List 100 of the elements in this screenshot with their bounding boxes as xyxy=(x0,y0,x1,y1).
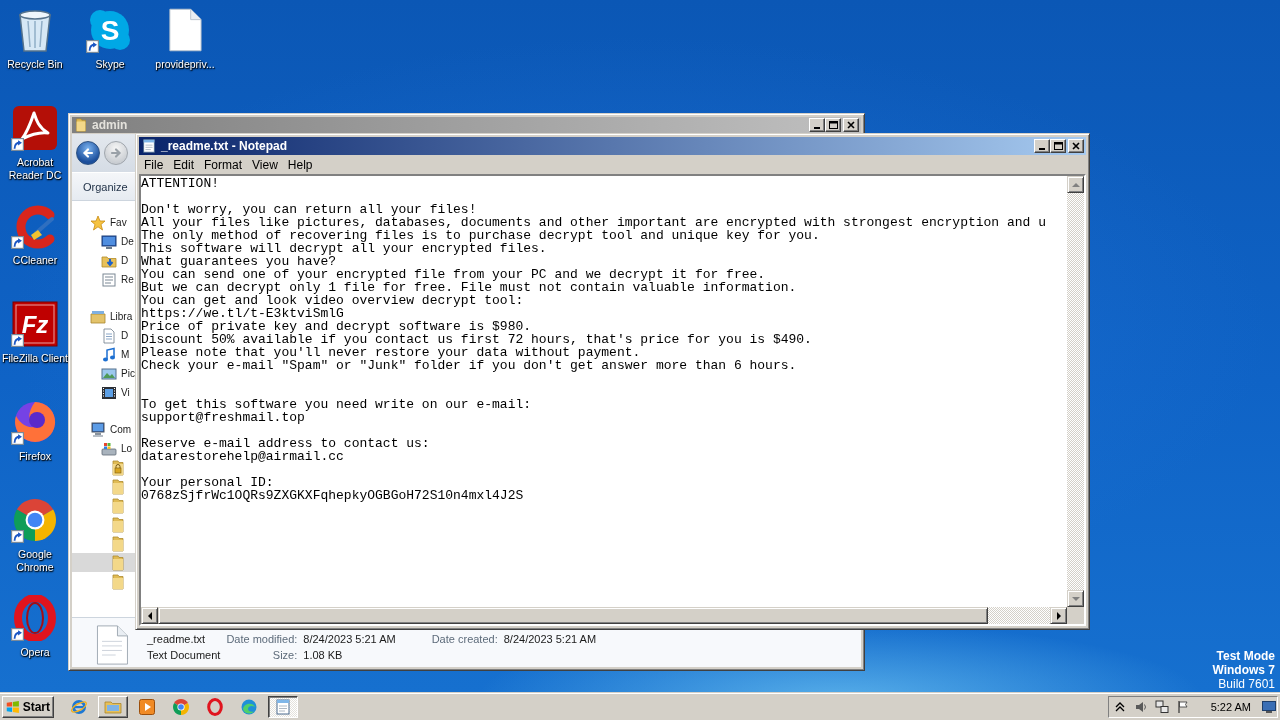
chrome-icon xyxy=(172,697,190,716)
chrome-icon xyxy=(12,497,58,543)
scroll-down-button[interactable] xyxy=(1067,590,1084,607)
desktop-status-text: Windows 7 xyxy=(1212,663,1275,677)
folder-icon xyxy=(110,573,126,590)
monitor-icon xyxy=(101,233,117,250)
nav-tree-item[interactable]: De xyxy=(72,232,135,251)
scroll-up-button[interactable] xyxy=(1067,176,1084,193)
clock[interactable]: 5:22 AM xyxy=(1210,700,1251,713)
computer-icon xyxy=(90,421,106,438)
minimize-button[interactable] xyxy=(809,118,825,132)
nav-tree-item[interactable]: Pic xyxy=(72,364,135,383)
desktop-item[interactable]: providepriv... xyxy=(152,6,218,71)
minimize-button[interactable] xyxy=(1034,139,1050,153)
back-button[interactable] xyxy=(76,141,100,165)
close-icon xyxy=(1072,142,1080,150)
text-line: https://we.tl/t-E3ktviSmlG xyxy=(141,307,344,320)
filezilla-icon: Fz xyxy=(12,301,58,347)
list-icon xyxy=(101,271,117,288)
notepad-icon xyxy=(274,697,292,716)
desktop-item[interactable]: S Skype xyxy=(77,6,143,71)
film-icon xyxy=(101,384,117,401)
text-line: datarestorehelp@airmail.cc xyxy=(141,450,344,463)
nav-tree-item[interactable]: D xyxy=(72,251,135,270)
document-icon xyxy=(101,327,117,344)
maximize-button[interactable] xyxy=(825,118,841,132)
acrobat-icon xyxy=(12,105,58,151)
text-line: Please note that you'll never restore your data without payment. xyxy=(141,346,641,359)
property-label: Size: xyxy=(272,649,298,661)
opera-icon xyxy=(206,697,224,716)
text-line: What guarantees you have? xyxy=(141,255,337,268)
file-name: _readme.txt xyxy=(147,633,207,645)
toolbar-button[interactable]: Organize xyxy=(80,177,131,196)
menu-item[interactable]: Edit xyxy=(168,157,200,173)
desktop-item[interactable]: Fz FileZilla Client xyxy=(2,300,68,365)
desktop-status-text: Build 7601 xyxy=(1218,677,1275,691)
scrollbar-corner xyxy=(1067,607,1084,624)
arrow-up-icon xyxy=(1071,180,1080,189)
show-desktop-icon[interactable] xyxy=(1262,699,1276,714)
drive-icon xyxy=(101,440,117,457)
arrow-right-icon xyxy=(1054,611,1063,620)
flag-icon xyxy=(1175,699,1190,714)
property-value: 8/24/2023 5:21 AM xyxy=(503,633,598,645)
nav-tree-item[interactable]: Libra xyxy=(72,307,135,326)
desktop-item[interactable]: Recycle Bin xyxy=(2,6,68,71)
window-title: admin xyxy=(92,118,128,132)
arrow-down-icon xyxy=(1071,594,1080,603)
desktop-status-text: Test Mode xyxy=(1216,649,1275,663)
menu-item[interactable]: Format xyxy=(199,157,248,173)
scroll-left-button[interactable] xyxy=(141,607,158,624)
desktop-item[interactable]: Opera xyxy=(2,594,68,659)
desktop-item[interactable]: Firefox xyxy=(2,398,68,463)
text-line: The only method of recovering files is to purchase decrypt tool and unique key for you. xyxy=(141,229,820,242)
start-button[interactable]: Start xyxy=(2,695,54,718)
folder-icon xyxy=(74,118,88,132)
internet-explorer-icon xyxy=(70,697,88,716)
close-button[interactable] xyxy=(1068,139,1084,153)
nav-tree-item[interactable]: D xyxy=(72,326,135,345)
maximize-icon xyxy=(1053,142,1063,150)
speaker-icon xyxy=(1133,699,1148,714)
star-icon xyxy=(90,214,106,231)
desktop-item[interactable]: CCleaner xyxy=(2,202,68,267)
vertical-scrollbar[interactable] xyxy=(1067,176,1084,607)
desktop-item[interactable]: Google Chrome xyxy=(2,496,68,574)
network-icon xyxy=(1154,699,1169,714)
folder-icon xyxy=(110,497,126,514)
text-line: To get this software you need write on our e-mail: xyxy=(141,398,532,411)
nav-tree-item[interactable]: Fav xyxy=(72,213,135,232)
arrow-left-icon xyxy=(82,147,94,159)
nav-tree-item[interactable]: Re xyxy=(72,270,135,289)
nav-tree-item[interactable]: Lo xyxy=(72,439,135,458)
media-player-icon xyxy=(138,697,156,716)
nav-tree-item[interactable]: Vi xyxy=(72,383,135,402)
close-icon xyxy=(847,121,855,129)
menu-item[interactable]: View xyxy=(247,157,283,173)
taskbar-button[interactable] xyxy=(268,695,298,718)
edge-icon xyxy=(240,697,258,716)
text-line: support@freshmail.top xyxy=(141,411,305,424)
folder-icon xyxy=(110,478,126,495)
close-button[interactable] xyxy=(843,118,859,132)
firefox-icon xyxy=(12,399,58,445)
nav-tree-item[interactable]: M xyxy=(72,345,135,364)
maximize-icon xyxy=(828,121,838,129)
desktop-item[interactable]: Acrobat Reader DC xyxy=(2,104,68,182)
nav-tree-item[interactable]: Com xyxy=(72,420,135,439)
arrow-right-icon xyxy=(110,147,122,159)
menu-item[interactable]: File xyxy=(139,157,169,173)
locked-folder-icon xyxy=(110,459,126,476)
notepad-icon xyxy=(141,138,157,154)
text-line: Reserve e-mail address to contact us: xyxy=(141,437,430,450)
text-line: Check your e-mail "Spam" or "Junk" folder if you don't get answer more than 6 hours. xyxy=(141,359,797,372)
text-line: You can send one of your encrypted file from your PC and we decrypt it for free. xyxy=(141,268,766,281)
menu-item[interactable]: Help xyxy=(282,157,318,173)
property-label: Date created: xyxy=(431,633,498,645)
maximize-button[interactable] xyxy=(1050,139,1066,153)
text-line: But we can decrypt only 1 file for free. File must not contain valuable information. xyxy=(141,281,797,294)
text-line: You can get and look video overview decrypt tool: xyxy=(141,294,524,307)
folder-icon xyxy=(110,535,126,552)
scroll-right-button[interactable] xyxy=(1050,607,1067,624)
property-value: 8/24/2023 5:21 AM xyxy=(303,633,397,645)
